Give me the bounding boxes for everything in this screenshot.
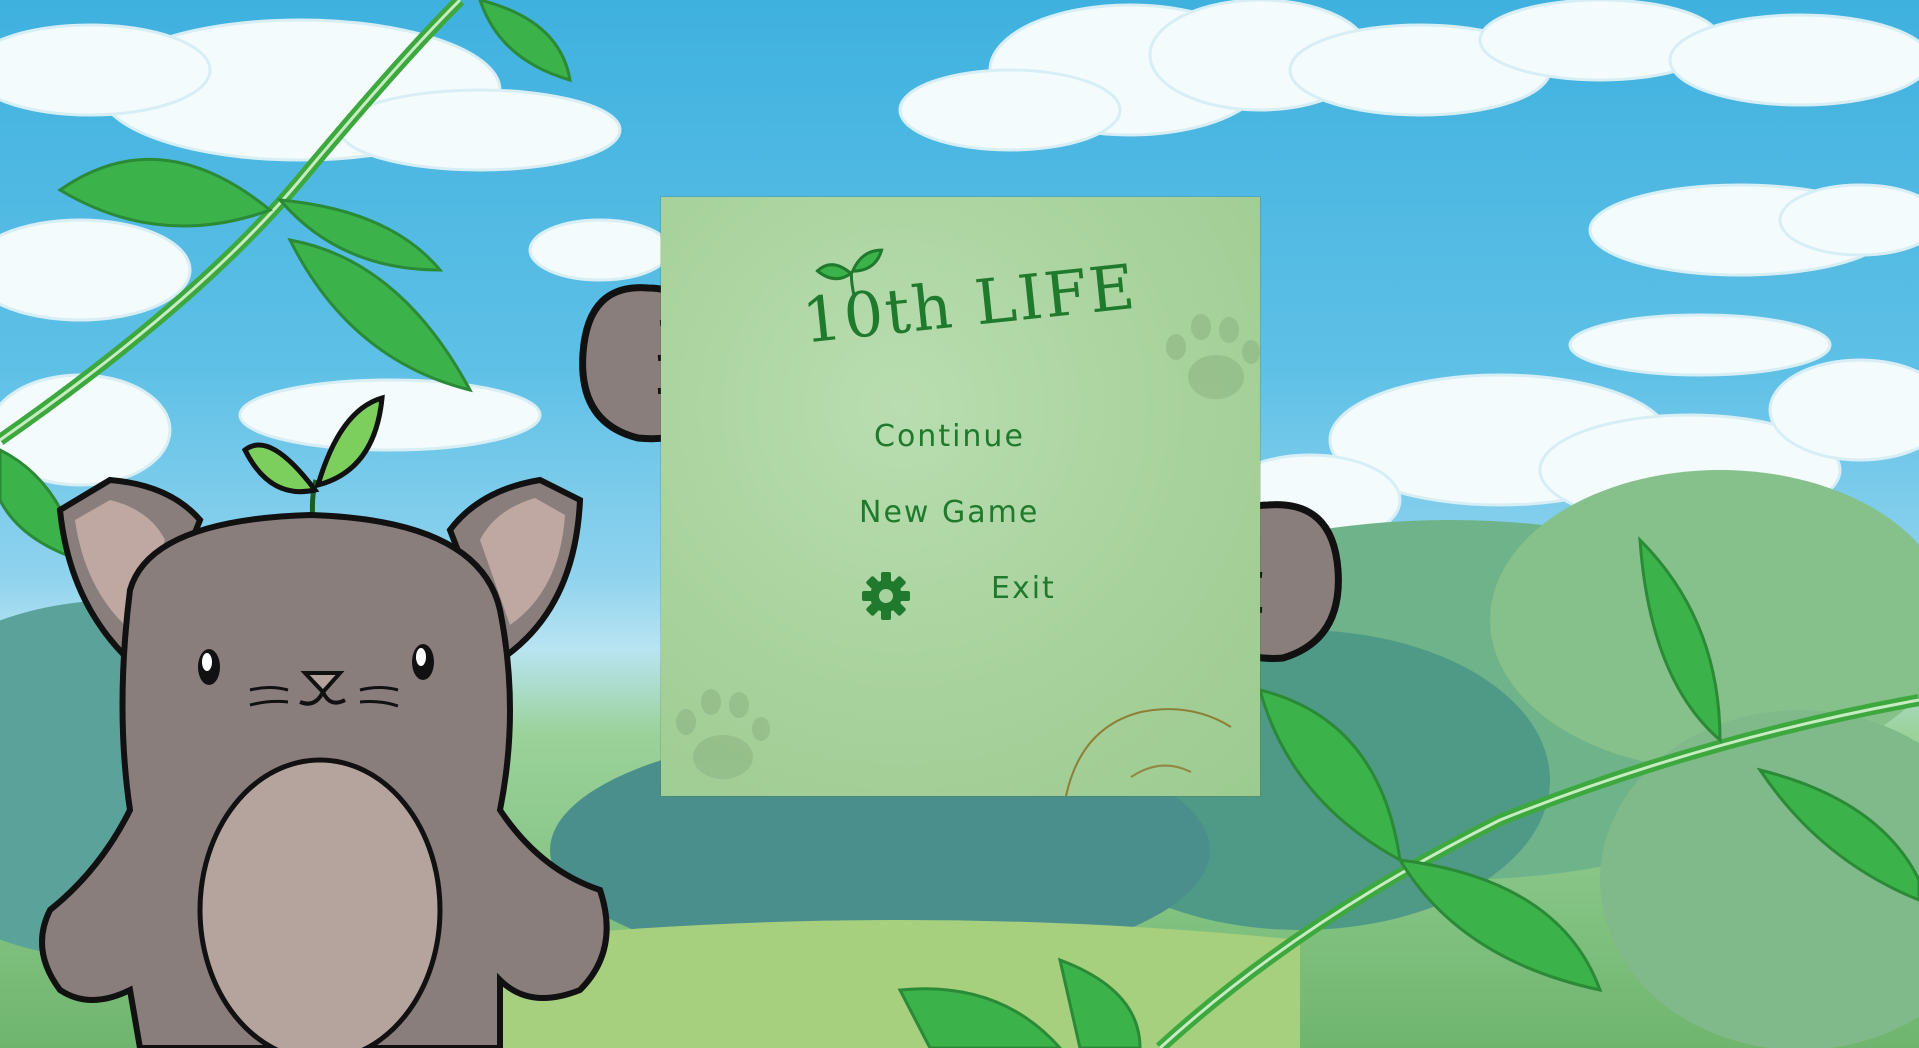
continue-button[interactable]: Continue — [874, 419, 1025, 454]
exit-button[interactable]: Exit — [991, 571, 1056, 606]
doodle-stain — [1065, 708, 1232, 796]
cat-mascot — [39, 394, 610, 1048]
gear-icon[interactable] — [860, 570, 912, 622]
paw-print-bottom-left — [676, 689, 770, 779]
main-menu-panel: 10th LIFE Continue New Game Exit — [661, 197, 1260, 796]
paw-print-top-right — [1166, 314, 1260, 399]
title-screen: 10th LIFE Continue New Game Exit — [0, 0, 1919, 1048]
new-game-button[interactable]: New Game — [859, 495, 1039, 530]
